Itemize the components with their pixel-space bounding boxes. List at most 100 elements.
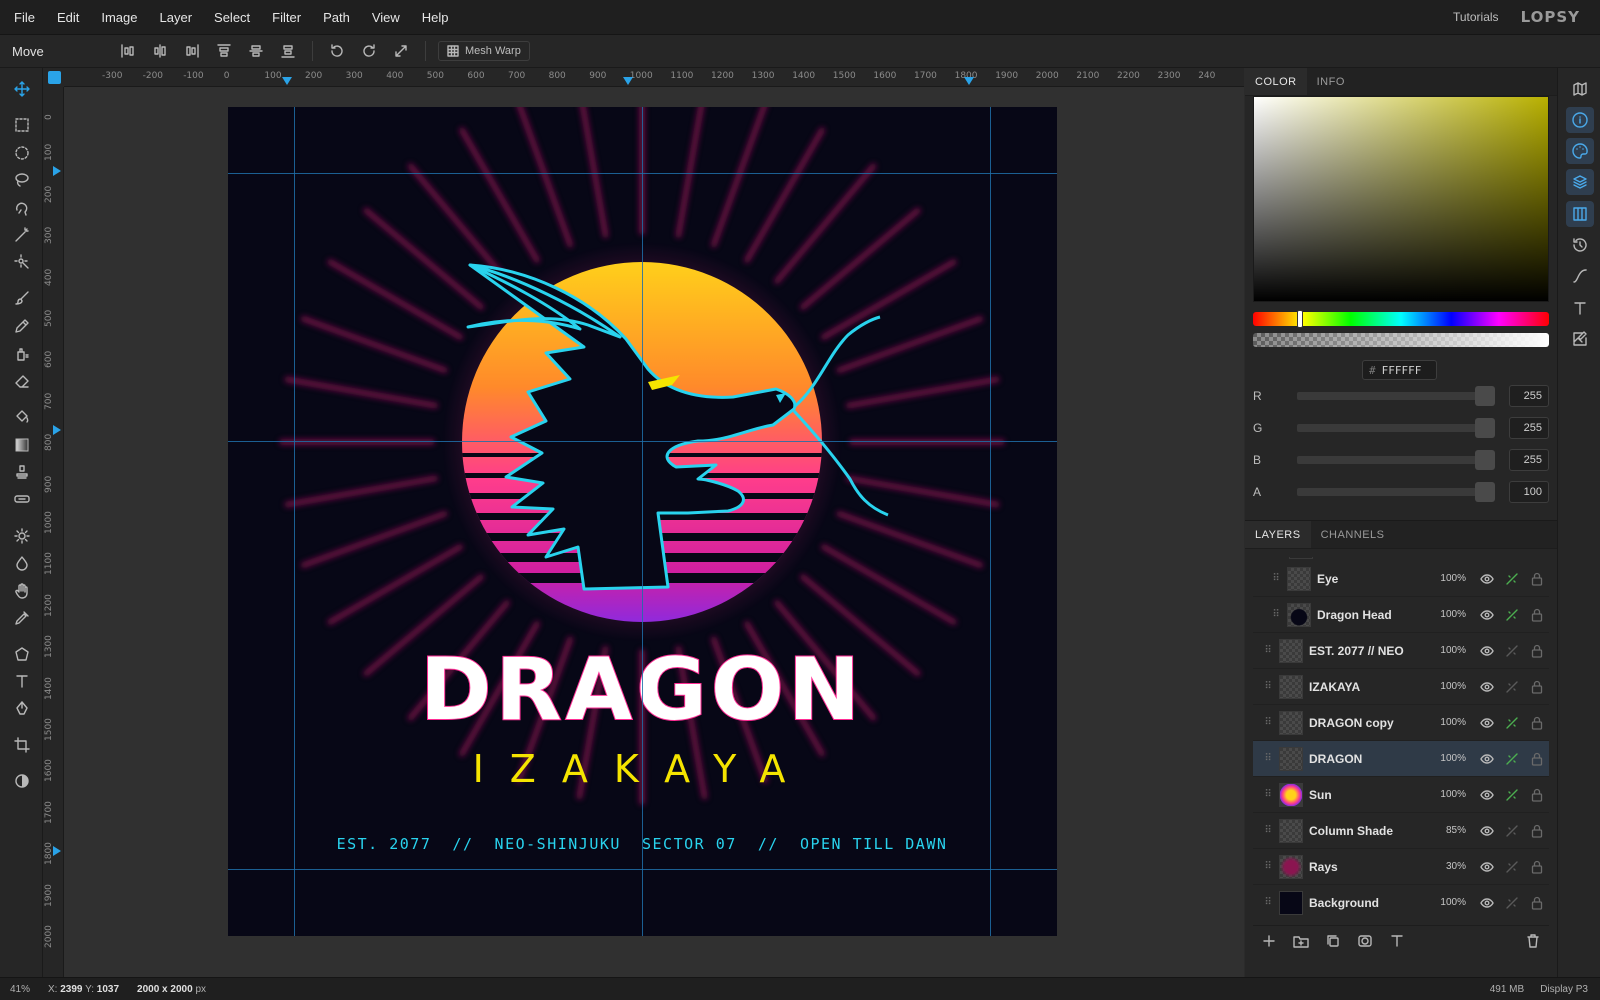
eraser-tool[interactable] xyxy=(7,368,37,394)
stamp-tool[interactable] xyxy=(7,459,37,485)
drag-handle-icon[interactable]: ⠿ xyxy=(1263,861,1273,872)
channel-value-input[interactable]: 100 xyxy=(1509,481,1549,503)
channel-slider[interactable] xyxy=(1297,386,1495,406)
contrast-tool[interactable] xyxy=(7,768,37,794)
channel-slider-handle[interactable] xyxy=(1475,482,1495,502)
layer-name[interactable]: Eye xyxy=(1317,572,1432,586)
lock-toggle[interactable] xyxy=(1524,644,1549,658)
duplicate-layer-button[interactable] xyxy=(1317,928,1349,954)
drag-handle-icon[interactable]: ⠿ xyxy=(1263,753,1273,764)
layer-opacity[interactable]: 100% xyxy=(1432,645,1466,656)
horizontal-ruler[interactable]: -300 -200 -100 0 100 200 300 400 500 600 700 800 900… xyxy=(64,68,1244,87)
pencil-tool[interactable] xyxy=(7,313,37,339)
layer-row[interactable]: ⠿ Dragon Head 100% xyxy=(1253,597,1549,633)
layer-name[interactable]: Sun xyxy=(1309,788,1432,802)
lasso-tool[interactable] xyxy=(7,167,37,193)
fx-toggle[interactable] xyxy=(1499,752,1524,766)
fx-toggle[interactable] xyxy=(1499,824,1524,838)
hand-tool[interactable] xyxy=(7,578,37,604)
align-left-button[interactable] xyxy=(112,39,144,63)
fx-toggle[interactable] xyxy=(1499,680,1524,694)
menu-edit[interactable]: Edit xyxy=(46,0,90,35)
add-text-layer-button[interactable] xyxy=(1381,928,1413,954)
text-tool[interactable] xyxy=(7,668,37,694)
layer-row[interactable]: ⠿ Eye 100% xyxy=(1253,561,1549,597)
visibility-toggle[interactable] xyxy=(1474,680,1499,694)
palette-panel-button[interactable] xyxy=(1566,138,1594,164)
fx-toggle[interactable] xyxy=(1499,644,1524,658)
fx-toggle[interactable] xyxy=(1499,608,1524,622)
mask-button[interactable] xyxy=(1349,928,1381,954)
layers-panel-button[interactable] xyxy=(1566,169,1594,195)
drag-handle-icon[interactable]: ⠿ xyxy=(1263,717,1273,728)
layer-name[interactable]: EST. 2077 // NEO xyxy=(1309,644,1432,658)
guide-marker[interactable] xyxy=(53,166,61,176)
visibility-toggle[interactable] xyxy=(1474,860,1499,874)
guide-marker[interactable] xyxy=(282,77,292,85)
layer-name[interactable]: Dragon Head xyxy=(1317,608,1432,622)
guide-vertical-2[interactable] xyxy=(642,107,643,936)
layer-list[interactable]: ⠿ Eye 100% ⠿ Dragon Head 100% ⠿ EST. 2077 // NE… xyxy=(1253,557,1549,917)
layer-opacity[interactable]: 100% xyxy=(1432,897,1466,908)
layer-name[interactable]: IZAKAYA xyxy=(1309,680,1432,694)
visibility-toggle[interactable] xyxy=(1474,752,1499,766)
ruler-corner[interactable] xyxy=(43,68,64,87)
rect-select-tool[interactable] xyxy=(7,112,37,138)
drag-handle-icon[interactable]: ⠿ xyxy=(1263,789,1273,800)
fx-toggle[interactable] xyxy=(1499,788,1524,802)
eyedropper-tool[interactable] xyxy=(7,605,37,631)
drag-handle-icon[interactable]: ⠿ xyxy=(1263,645,1273,656)
bucket-tool[interactable] xyxy=(7,404,37,430)
artboard[interactable]: DRAGON IZAKAYA EST. 2077 // NEO-SHINJUKU… xyxy=(228,107,1057,936)
lock-toggle[interactable] xyxy=(1524,680,1549,694)
layer-opacity[interactable]: 100% xyxy=(1432,753,1466,764)
layer-name[interactable]: DRAGON xyxy=(1309,752,1432,766)
lock-toggle[interactable] xyxy=(1524,572,1549,586)
menu-filter[interactable]: Filter xyxy=(261,0,312,35)
tab-color[interactable]: COLOR xyxy=(1245,68,1307,95)
layer-row[interactable]: ⠿ EST. 2077 // NEO 100% xyxy=(1253,633,1549,669)
layer-row[interactable]: ⠿ DRAGON copy 100% xyxy=(1253,705,1549,741)
visibility-toggle[interactable] xyxy=(1474,572,1499,586)
magic-wand-tool[interactable] xyxy=(7,222,37,248)
rotate-ccw-button[interactable] xyxy=(321,39,353,63)
clone-tool[interactable] xyxy=(7,341,37,367)
columns-panel-button[interactable] xyxy=(1566,201,1594,227)
channel-value-input[interactable]: 255 xyxy=(1509,417,1549,439)
guide-marker[interactable] xyxy=(53,425,61,435)
menu-path[interactable]: Path xyxy=(312,0,361,35)
dodge-tool[interactable] xyxy=(7,523,37,549)
quick-select-tool[interactable] xyxy=(7,249,37,275)
guide-marker[interactable] xyxy=(53,846,61,856)
drag-handle-icon[interactable]: ⠿ xyxy=(1271,609,1281,620)
lock-toggle[interactable] xyxy=(1524,752,1549,766)
info-panel-button[interactable] xyxy=(1566,107,1594,133)
healing-tool[interactable] xyxy=(7,486,37,512)
visibility-toggle[interactable] xyxy=(1474,896,1499,910)
drag-handle-icon[interactable]: ⠿ xyxy=(1263,825,1273,836)
delete-layer-button[interactable] xyxy=(1517,928,1549,954)
layer-opacity[interactable]: 100% xyxy=(1432,609,1466,620)
layer-opacity[interactable]: 100% xyxy=(1432,717,1466,728)
move-tool[interactable] xyxy=(7,76,37,102)
align-top-button[interactable] xyxy=(208,39,240,63)
fx-toggle[interactable] xyxy=(1499,896,1524,910)
layer-opacity[interactable]: 85% xyxy=(1432,825,1466,836)
guide-horizontal-1[interactable] xyxy=(228,173,1057,174)
drag-handle-icon[interactable]: ⠿ xyxy=(1271,573,1281,584)
layer-opacity[interactable]: 100% xyxy=(1432,681,1466,692)
history-panel-button[interactable] xyxy=(1566,232,1594,258)
color-profile[interactable]: Display P3 xyxy=(1540,984,1588,995)
lock-toggle[interactable] xyxy=(1524,608,1549,622)
pen-tool[interactable] xyxy=(7,695,37,721)
tab-info[interactable]: INFO xyxy=(1307,68,1355,95)
layer-name[interactable]: DRAGON copy xyxy=(1309,716,1432,730)
text-panel-button[interactable] xyxy=(1566,295,1594,321)
visibility-toggle[interactable] xyxy=(1474,824,1499,838)
channel-slider[interactable] xyxy=(1297,450,1495,470)
map-panel-button[interactable] xyxy=(1566,76,1594,102)
saturation-value-picker[interactable] xyxy=(1253,96,1549,302)
hue-slider[interactable] xyxy=(1253,310,1549,328)
alpha-slider[interactable] xyxy=(1253,333,1549,347)
visibility-toggle[interactable] xyxy=(1474,644,1499,658)
